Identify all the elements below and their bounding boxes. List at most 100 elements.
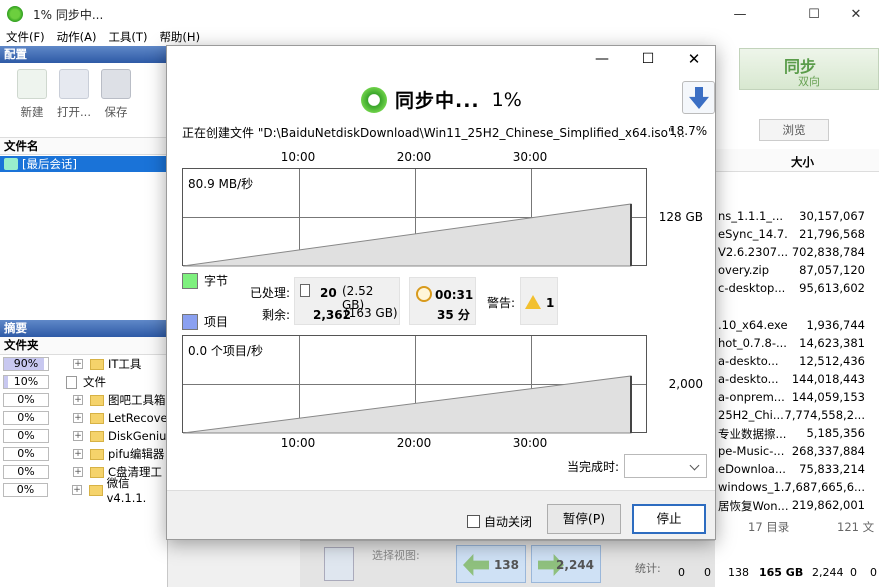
file-row[interactable]: eDownloa... 75,833,214 xyxy=(715,460,879,478)
file-row[interactable]: 专业数据擦... 5,185,356 xyxy=(715,424,879,442)
expand-icon[interactable]: + xyxy=(73,449,83,459)
bytes-rate: 80.9 MB/秒 xyxy=(188,177,254,191)
file-size: 14,623,381 xyxy=(799,336,865,350)
expand-icon[interactable]: + xyxy=(73,431,83,441)
current-file-percent: 18.7% xyxy=(669,124,708,138)
expand-icon[interactable]: + xyxy=(73,467,83,477)
folder-icon xyxy=(88,484,103,496)
file-name-column-header[interactable]: 文件名 xyxy=(0,137,167,155)
folder-row[interactable]: 90% + IT工具 xyxy=(0,355,168,373)
minimize-button[interactable]: — xyxy=(717,0,763,28)
file-row[interactable]: 居恢复Won... 219,862,001 xyxy=(715,496,879,514)
view-label: 选择视图: xyxy=(372,549,420,562)
menu-action[interactable]: 动作(A) xyxy=(51,29,103,45)
dialog-close-button[interactable]: ✕ xyxy=(671,46,717,74)
stop-button[interactable]: 停止 xyxy=(632,504,706,534)
pause-button[interactable]: 暂停(P) xyxy=(547,504,621,534)
file-row[interactable]: 25H2_Chi... 7,774,558,2... xyxy=(715,406,879,424)
warnings-box[interactable]: 1 xyxy=(520,277,558,325)
file-size: 7,774,558,2... xyxy=(784,408,865,422)
file-row[interactable]: ns_1.1.1_... 30,157,067 xyxy=(715,207,879,225)
dialog-heading: 同步中... 1% xyxy=(361,86,522,113)
browse-button[interactable]: 浏览 xyxy=(759,119,829,141)
folder-name: DiskGeniu xyxy=(108,429,167,443)
remaining-label: 剩余: xyxy=(262,308,291,322)
bytes-scale: 128 GB xyxy=(658,210,703,224)
folder-row[interactable]: 0% + pifu编辑器 xyxy=(0,445,168,463)
file-row[interactable]: windows_1... 7,687,665,6... xyxy=(715,478,879,496)
expand-icon[interactable]: + xyxy=(73,395,83,405)
folder-row[interactable]: 0% + LetRecove xyxy=(0,409,168,427)
bottom-time-axis: 10:00 20:00 30:00 xyxy=(182,436,647,452)
right-panel: 同步 双向 浏览 大小 ns_1.1.1_... 30,157,067 eSync_… xyxy=(715,46,879,587)
folder-name: 图吧工具箱 xyxy=(108,393,166,407)
menu-file[interactable]: 文件(F) xyxy=(0,29,51,45)
view-icon[interactable] xyxy=(324,547,354,581)
file-row[interactable]: overy.zip 87,057,120 xyxy=(715,261,879,279)
expand-icon[interactable]: + xyxy=(73,359,83,369)
folder-row[interactable]: 10% 文件 xyxy=(0,373,168,391)
main-window-title: 1% 同步中... xyxy=(33,7,104,22)
file-name: a-deskto... xyxy=(718,354,779,368)
right-view-button[interactable]: 2,244 xyxy=(531,545,601,583)
when-done-select[interactable] xyxy=(624,454,707,478)
bytes-graph: 80.9 MB/秒 xyxy=(182,168,647,267)
open-config-button[interactable]: 打开... xyxy=(54,67,94,137)
size-column-header[interactable]: 大小 xyxy=(715,149,879,172)
close-button[interactable]: ✕ xyxy=(833,0,879,28)
dialog-minimize-button[interactable]: — xyxy=(579,46,625,74)
overall-percent: 1% xyxy=(491,88,522,111)
time-remaining: 35 分 xyxy=(437,308,470,322)
file-row[interactable]: a-deskto... 144,018,443 xyxy=(715,370,879,388)
file-row[interactable] xyxy=(715,297,879,315)
dialog-maximize-button[interactable]: ☐ xyxy=(625,46,671,74)
folder-row[interactable]: 0% + 微信v4.1.1. xyxy=(0,476,168,505)
file-row[interactable]: c-desktop... 95,613,602 xyxy=(715,279,879,297)
file-icon xyxy=(66,375,77,389)
folder-row[interactable]: 0% + 图吧工具箱 xyxy=(0,391,168,409)
file-name: pe-Music-... xyxy=(718,444,785,458)
file-name: V2.6.2307... xyxy=(718,245,788,259)
summary-header: 摘要 xyxy=(0,320,168,337)
expand-icon[interactable]: + xyxy=(73,413,83,423)
auto-close-checkbox[interactable]: 自动关闭 xyxy=(467,513,532,530)
file-name: a-onprem... xyxy=(718,390,785,404)
file-name: eDownloa... xyxy=(718,462,786,476)
file-row[interactable]: V2.6.2307... 702,838,784 xyxy=(715,243,879,261)
sync-button[interactable]: 同步 双向 xyxy=(739,48,879,90)
new-config-button[interactable]: 新建 xyxy=(12,67,52,137)
minimize-to-tray-button[interactable] xyxy=(682,81,715,114)
items-rate: 0.0 个项目/秒 xyxy=(188,344,263,358)
file-row[interactable]: pe-Music-... 268,337,884 xyxy=(715,442,879,460)
file-name: 专业数据擦... xyxy=(718,427,787,441)
config-header: 配置 xyxy=(0,46,167,63)
file-row[interactable]: eSync_14.7... 21,796,568 xyxy=(715,225,879,243)
file-row[interactable]: a-onprem... 144,059,153 xyxy=(715,388,879,406)
auto-close-box[interactable] xyxy=(467,515,480,528)
menu-tools[interactable]: 工具(T) xyxy=(102,29,153,45)
folder-icon xyxy=(90,430,104,442)
folder-column-header[interactable]: 文件夹 xyxy=(0,337,168,355)
file-name: .10_x64.exe xyxy=(718,318,788,332)
folder-name: 微信v4.1.1. xyxy=(106,476,147,505)
current-file-status: 正在创建文件 "D:\BaiduNetdiskDownload\Win11_25… xyxy=(182,126,685,140)
last-session-item[interactable]: [最后会话] xyxy=(0,156,167,172)
right-view-count: 2,244 xyxy=(556,558,594,572)
file-row[interactable]: hot_0.7.8-... 14,623,381 xyxy=(715,334,879,352)
maximize-button[interactable]: ☐ xyxy=(791,0,837,28)
file-row[interactable]: a-deskto... 12,512,436 xyxy=(715,352,879,370)
time-stats-box: 00:31 35 分 xyxy=(409,277,476,325)
save-config-button[interactable]: 保存 xyxy=(96,67,136,137)
left-view-button[interactable]: 138 xyxy=(456,545,526,583)
expand-icon[interactable]: + xyxy=(72,485,82,495)
file-icon xyxy=(300,284,310,297)
file-name: a-deskto... xyxy=(718,372,779,386)
left-arrow-icon xyxy=(463,554,489,576)
file-row[interactable]: .10_x64.exe 1,936,744 xyxy=(715,316,879,334)
folder-row[interactable]: 0% + DiskGeniu xyxy=(0,427,168,445)
progress-percent: 0% xyxy=(17,447,35,460)
last-session-label: [最后会话] xyxy=(22,157,77,171)
top-time-axis: 10:00 20:00 30:00 xyxy=(182,150,647,166)
menu-help[interactable]: 帮助(H) xyxy=(153,29,206,45)
sync-mode: 双向 xyxy=(798,75,820,88)
